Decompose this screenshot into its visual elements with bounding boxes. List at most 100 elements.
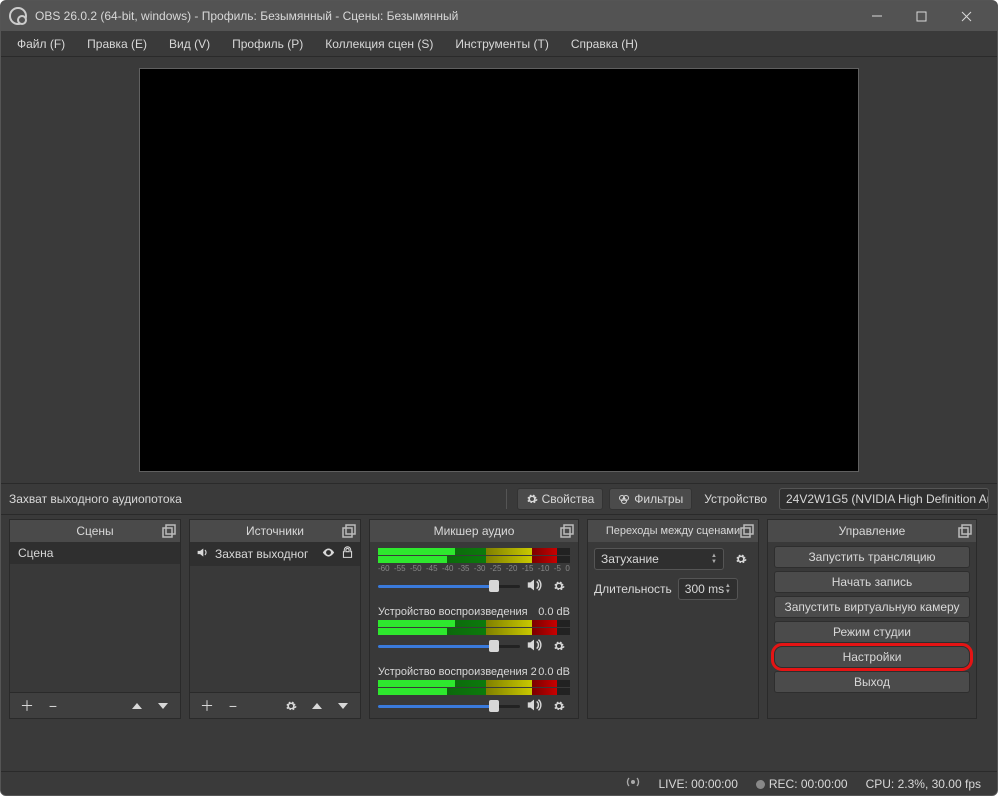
- menu-edit[interactable]: Правка (E): [77, 33, 157, 55]
- preview-canvas[interactable]: [139, 68, 859, 472]
- filter-icon: [618, 493, 630, 505]
- move-scene-down-button[interactable]: [152, 696, 174, 716]
- start-streaming-button[interactable]: Запустить трансляцию: [774, 546, 970, 568]
- mute-button[interactable]: [526, 577, 542, 596]
- menu-help[interactable]: Справка (H): [561, 33, 648, 55]
- dock-controls: Управление Запустить трансляцию Начать з…: [767, 519, 977, 719]
- duration-input[interactable]: 300 ms ▲▼: [678, 578, 738, 600]
- track-settings-button[interactable]: [548, 576, 570, 596]
- transition-settings-button[interactable]: [730, 549, 752, 569]
- window-title: OBS 26.0.2 (64-bit, windows) - Профиль: …: [35, 9, 854, 23]
- filters-button[interactable]: Фильтры: [609, 488, 692, 510]
- controls-body: Запустить трансляцию Начать запись Запус…: [768, 542, 976, 718]
- gear-icon: [526, 493, 538, 505]
- audio-source-icon: [196, 546, 209, 562]
- status-rec: REC: 00:00:00: [756, 777, 848, 791]
- popout-icon[interactable]: [162, 524, 176, 538]
- volume-slider[interactable]: [378, 639, 520, 653]
- level-meter: [378, 548, 570, 555]
- device-combo[interactable]: 24V2W1G5 (NVIDIA High Definition Au ▲▼: [779, 488, 989, 510]
- source-settings-button[interactable]: [280, 696, 302, 716]
- dock-sources-header: Источники: [190, 520, 360, 542]
- menu-scene-collection[interactable]: Коллекция сцен (S): [315, 33, 443, 55]
- sources-list[interactable]: Захват выходног: [190, 542, 360, 692]
- visibility-toggle[interactable]: [322, 546, 335, 562]
- filters-label: Фильтры: [634, 492, 683, 506]
- menubar: Файл (F) Правка (E) Вид (V) Профиль (P) …: [1, 31, 997, 57]
- add-source-button[interactable]: ＋: [196, 696, 218, 716]
- track-name: Устройство воспроизведения 2: [378, 666, 537, 678]
- volume-slider[interactable]: [378, 579, 520, 593]
- properties-button[interactable]: Свойства: [517, 488, 604, 510]
- record-dot-icon: [756, 780, 765, 789]
- mute-button[interactable]: [526, 697, 542, 716]
- minimize-button[interactable]: [854, 1, 899, 31]
- studio-mode-button[interactable]: Режим студии: [774, 621, 970, 643]
- properties-label: Свойства: [542, 492, 595, 506]
- mute-button[interactable]: [526, 637, 542, 656]
- level-meter: [378, 688, 570, 695]
- transition-value: Затухание: [601, 552, 659, 566]
- source-name: Захват выходног: [215, 547, 316, 561]
- remove-scene-button[interactable]: −: [42, 696, 64, 716]
- maximize-button[interactable]: [899, 1, 944, 31]
- volume-slider[interactable]: [378, 699, 520, 713]
- close-button[interactable]: [944, 1, 989, 31]
- dock-transitions-title: Переходы между сценами: [606, 525, 740, 537]
- settings-button[interactable]: Настройки: [774, 646, 970, 668]
- titlebar: OBS 26.0.2 (64-bit, windows) - Профиль: …: [1, 1, 997, 31]
- track-name: Устройство воспроизведения: [378, 606, 528, 618]
- lock-toggle[interactable]: [341, 546, 354, 562]
- obs-logo-icon: [9, 7, 27, 25]
- dock-mixer: Микшер аудио -60-55-50-45-40-35-30-25-20…: [369, 519, 579, 719]
- device-label: Устройство: [698, 492, 773, 506]
- scene-item[interactable]: Сцена: [10, 542, 180, 564]
- status-cpu: CPU: 2.3%, 30.00 fps: [866, 777, 981, 791]
- mixer-track: -60-55-50-45-40-35-30-25-20-15-10-50: [378, 548, 570, 596]
- combo-arrows-icon: ▲▼: [711, 553, 717, 565]
- broadcast-icon: [626, 775, 640, 792]
- scene-name: Сцена: [18, 546, 53, 560]
- status-live: LIVE: 00:00:00: [658, 777, 737, 791]
- move-source-down-button[interactable]: [332, 696, 354, 716]
- dock-scenes-header: Сцены: [10, 520, 180, 542]
- add-scene-button[interactable]: ＋: [16, 696, 38, 716]
- dock-sources: Источники Захват выходног: [189, 519, 361, 719]
- exit-button[interactable]: Выход: [774, 671, 970, 693]
- menu-tools[interactable]: Инструменты (T): [445, 33, 558, 55]
- scenes-footer: ＋ −: [10, 692, 180, 718]
- dock-sources-title: Источники: [246, 524, 304, 538]
- level-meter: [378, 628, 570, 635]
- start-streaming-label: Запустить трансляцию: [808, 550, 935, 564]
- level-meter: [378, 680, 570, 687]
- source-item[interactable]: Захват выходног: [190, 542, 360, 566]
- duration-value: 300 ms: [685, 582, 724, 596]
- dock-scenes: Сцены Сцена ＋ −: [9, 519, 181, 719]
- track-settings-button[interactable]: [548, 636, 570, 656]
- popout-icon[interactable]: [560, 524, 574, 538]
- meter-ticks: -60-55-50-45-40-35-30-25-20-15-10-50: [378, 564, 570, 573]
- menu-file[interactable]: Файл (F): [7, 33, 75, 55]
- window-controls: [854, 1, 989, 31]
- track-settings-button[interactable]: [548, 696, 570, 716]
- duration-label: Длительность: [594, 582, 672, 596]
- move-source-up-button[interactable]: [306, 696, 328, 716]
- menu-view[interactable]: Вид (V): [159, 33, 220, 55]
- start-virtual-camera-button[interactable]: Запустить виртуальную камеру: [774, 596, 970, 618]
- popout-icon[interactable]: [740, 524, 754, 538]
- level-meter: [378, 620, 570, 627]
- status-rec-text: REC: 00:00:00: [769, 777, 848, 791]
- scenes-list[interactable]: Сцена: [10, 542, 180, 692]
- move-scene-up-button[interactable]: [126, 696, 148, 716]
- remove-source-button[interactable]: −: [222, 696, 244, 716]
- popout-icon[interactable]: [958, 524, 972, 538]
- menu-profile[interactable]: Профиль (P): [222, 33, 313, 55]
- selected-source-label: Захват выходного аудиопотока: [9, 492, 192, 506]
- popout-icon[interactable]: [342, 524, 356, 538]
- dock-controls-header: Управление: [768, 520, 976, 542]
- docks-row: Сцены Сцена ＋ −: [1, 515, 997, 727]
- transition-select[interactable]: Затухание ▲▼: [594, 548, 724, 570]
- studio-mode-label: Режим студии: [833, 625, 911, 639]
- start-recording-button[interactable]: Начать запись: [774, 571, 970, 593]
- transitions-body: Затухание ▲▼ Длительность 300 ms ▲▼: [588, 542, 758, 718]
